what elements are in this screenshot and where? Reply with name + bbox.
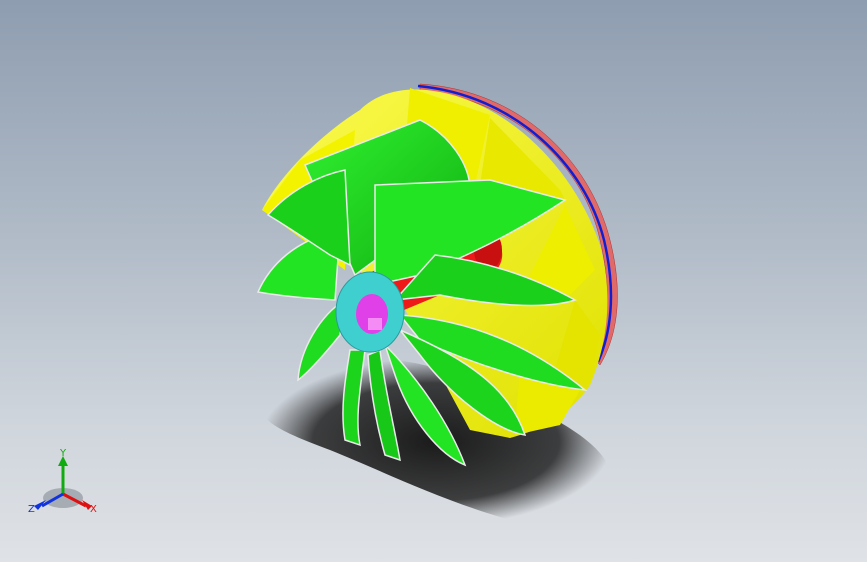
graphics-viewport[interactable]: Y X Z	[0, 0, 867, 562]
x-axis-label: X	[90, 504, 97, 515]
y-axis-label: Y	[60, 448, 67, 459]
orientation-triad: Y X Z	[22, 448, 104, 524]
impeller-model[interactable]	[0, 0, 867, 562]
z-axis-label: Z	[28, 504, 35, 515]
keyway	[368, 318, 382, 330]
hub	[335, 271, 405, 353]
